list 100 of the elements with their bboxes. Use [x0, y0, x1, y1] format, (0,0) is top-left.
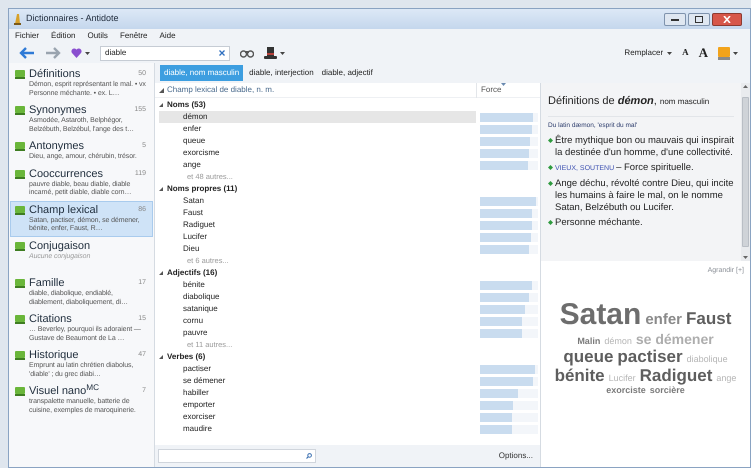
- section-title: Historique: [29, 349, 79, 362]
- tree-heading: Champ lexical de diable, n. m.: [167, 84, 274, 96]
- caret-icon[interactable]: [280, 52, 285, 54]
- tree-item[interactable]: emporter: [159, 399, 476, 411]
- caret-icon[interactable]: [85, 52, 90, 54]
- menu-item[interactable]: Aide: [160, 30, 176, 42]
- tree-item[interactable]: habiller: [159, 387, 476, 399]
- tree-item[interactable]: maudire: [159, 423, 476, 435]
- book-icon: [15, 206, 25, 214]
- tree-item[interactable]: Dieu: [159, 243, 476, 255]
- maximize-icon: [695, 16, 703, 22]
- entry-tab[interactable]: diable, adjectif: [320, 65, 375, 81]
- category-label[interactable]: Adjectifs (16): [167, 267, 218, 279]
- tree-item[interactable]: exorcisme: [159, 147, 476, 159]
- minimize-button[interactable]: [664, 12, 686, 26]
- menu-item[interactable]: Fichier: [15, 30, 40, 42]
- bullet-icon: [548, 164, 553, 170]
- font-size-small-button[interactable]: A: [682, 46, 689, 60]
- book-icon: [15, 351, 25, 360]
- section-title: Champ lexical: [29, 204, 98, 216]
- expand-triangle-icon[interactable]: [159, 355, 163, 359]
- sort-arrow-icon: [501, 82, 506, 86]
- section-title: Synonymes: [29, 104, 86, 116]
- cloud-word[interactable]: Malin: [577, 336, 600, 346]
- cloud-word[interactable]: exorciste: [606, 384, 646, 396]
- menu-item[interactable]: Fenêtre: [120, 30, 148, 42]
- category-label[interactable]: Noms propres (11): [167, 183, 238, 195]
- entry-tab[interactable]: diable, interjection: [247, 65, 316, 81]
- tree-item[interactable]: exorciser: [159, 411, 476, 423]
- cloud-word[interactable]: Radiguet: [640, 366, 712, 384]
- close-button[interactable]: [712, 12, 742, 26]
- tree-item[interactable]: pauvre: [159, 327, 476, 339]
- category-label[interactable]: Verbes (6): [167, 351, 206, 363]
- section-title: Cooccurrences: [29, 168, 103, 180]
- tree-item[interactable]: Faust: [159, 207, 476, 219]
- section-title: Famille: [29, 277, 64, 290]
- scrollbar[interactable]: [741, 83, 750, 261]
- book-icon: [15, 70, 25, 79]
- tree-item[interactable]: pactiser: [159, 363, 476, 375]
- book-icon: [15, 387, 25, 396]
- tree-item[interactable]: Lucifer: [159, 231, 476, 243]
- column-header[interactable]: Force: [481, 84, 502, 96]
- binoculars-icon[interactable]: [240, 48, 254, 58]
- book-icon: [15, 279, 25, 288]
- window-title: Dictionnaires - Antidote: [26, 12, 120, 26]
- back-arrow-icon[interactable]: [19, 47, 35, 59]
- book-icon: [15, 242, 25, 250]
- definition-text: Personne méchante.: [555, 216, 643, 229]
- expand-triangle-icon[interactable]: [159, 271, 163, 275]
- menu-item[interactable]: Outils: [87, 30, 108, 42]
- scroll-down-icon[interactable]: [743, 256, 748, 259]
- definition-text: Être mythique bon ou mauvais qui inspirait la destinée d'un homme, d'une collectivité.: [555, 134, 734, 159]
- tree-item[interactable]: bénite: [159, 279, 476, 291]
- book-icon: [15, 106, 25, 115]
- tree-item[interactable]: diabolique: [159, 291, 476, 303]
- tree-item[interactable]: se démener: [159, 375, 476, 387]
- scroll-up-icon[interactable]: [743, 85, 748, 88]
- cloud-word[interactable]: sorcière: [650, 384, 685, 396]
- expand-triangle-icon[interactable]: [159, 88, 164, 92]
- cloud-word[interactable]: Faust: [686, 308, 732, 328]
- cloud-word[interactable]: queue: [563, 346, 614, 366]
- caret-icon[interactable]: [733, 52, 738, 54]
- tree-item[interactable]: démon: [159, 111, 476, 123]
- book-icon: [15, 142, 25, 151]
- bullet-icon: [548, 180, 553, 186]
- font-size-large-button[interactable]: A: [698, 46, 708, 60]
- options-button[interactable]: Options...: [498, 450, 537, 462]
- minimize-icon: [671, 18, 679, 20]
- app-icon: [13, 13, 22, 25]
- search-field[interactable]: diable: [100, 46, 230, 60]
- replace-button[interactable]: Remplacer: [624, 47, 672, 59]
- maximize-button[interactable]: [688, 12, 710, 26]
- cloud-word[interactable]: bénite: [554, 366, 605, 384]
- cloud-word[interactable]: Satan: [560, 298, 642, 330]
- close-icon: [723, 16, 731, 22]
- search-icon[interactable]: [306, 453, 312, 459]
- heart-icon[interactable]: [71, 48, 82, 58]
- section-title: Définitions: [29, 68, 80, 80]
- expand-triangle-icon[interactable]: [159, 187, 163, 191]
- filter-field[interactable]: [158, 449, 316, 463]
- section-title: Citations: [29, 313, 72, 326]
- tree-item[interactable]: ange: [159, 159, 476, 171]
- tree-item[interactable]: satanique: [159, 303, 476, 315]
- category-label[interactable]: Noms (53): [167, 99, 206, 111]
- book-icon: [15, 315, 25, 324]
- tree-item[interactable]: Radiguet: [159, 219, 476, 231]
- scroll-thumb[interactable]: [742, 97, 749, 247]
- tree-item[interactable]: queue: [159, 135, 476, 147]
- clear-icon[interactable]: [219, 50, 225, 56]
- tree-item[interactable]: enfer: [159, 123, 476, 135]
- bullet-icon: [548, 220, 553, 225]
- tree-item[interactable]: Satan: [159, 195, 476, 207]
- book-icon: [15, 170, 25, 178]
- menu-item[interactable]: Édition: [51, 30, 76, 42]
- hat-icon[interactable]: [264, 47, 277, 59]
- tree-item[interactable]: cornu: [159, 315, 476, 327]
- cloud-word[interactable]: pactiser: [617, 346, 683, 366]
- expand-triangle-icon[interactable]: [159, 103, 163, 107]
- bullet-icon: [548, 138, 553, 143]
- definition-text: Ange déchu, révolté contre Dieu, qui incite les humains à faire le mal, on le nomme Satan, Belzébuth ou Lucifer.: [555, 178, 734, 214]
